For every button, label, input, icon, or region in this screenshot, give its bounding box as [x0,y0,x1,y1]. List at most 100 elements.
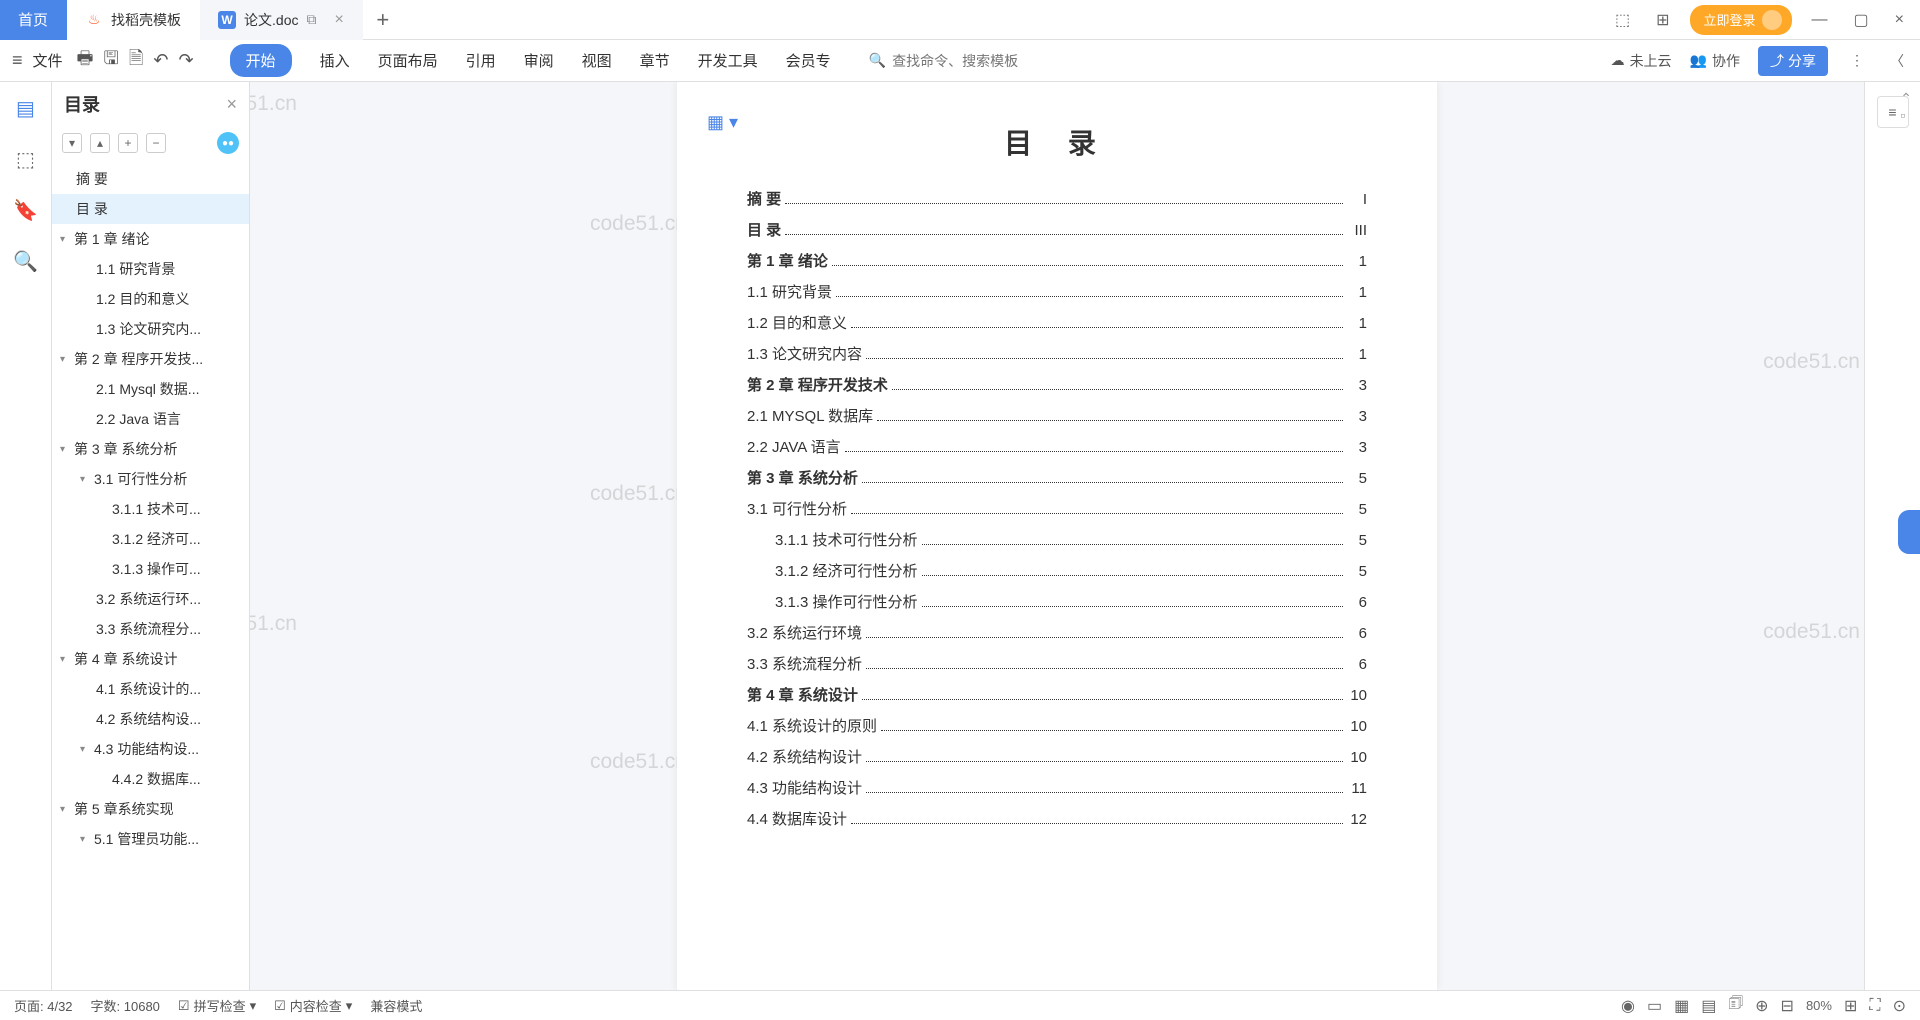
outline-item[interactable]: 1.1 研究背景 [52,254,249,284]
undo-icon[interactable]: ↶ [153,50,168,71]
outline-item[interactable]: ▾第 3 章 系统分析 [52,434,249,464]
side-handle[interactable] [1898,510,1920,554]
outline-item[interactable]: 4.1 系统设计的... [52,674,249,704]
remove-icon[interactable]: − [146,133,166,153]
word-count[interactable]: 字数: 10680 [91,996,160,1015]
preview-icon[interactable]: 🗎 [129,46,143,76]
view-outline-icon[interactable]: 🗊 [1728,992,1743,1019]
view-web-icon[interactable]: ▤ [1701,996,1716,1016]
toc-entry[interactable]: 2.2 JAVA 语言3 [747,436,1367,457]
ribbon-页面布局[interactable]: 页面布局 [378,50,438,71]
content-check[interactable]: ☑ 内容检查 ▾ [274,996,352,1015]
zoom-level[interactable]: 80% [1806,998,1832,1013]
coop-button[interactable]: 👥 协作 [1690,51,1740,71]
toc-entry[interactable]: 3.3 系统流程分析6 [747,653,1367,674]
outline-icon[interactable]: ▤ [16,96,35,121]
ribbon-视图[interactable]: 视图 [582,50,612,71]
ribbon-审阅[interactable]: 审阅 [524,50,554,71]
outline-item[interactable]: 3.3 系统流程分... [52,614,249,644]
toc-entry[interactable]: 3.1.1 技术可行性分析5 [747,529,1367,550]
chat-icon[interactable]: ●● [217,132,239,154]
tab-document[interactable]: W论文.doc⧉× [200,0,363,40]
outline-item[interactable]: 3.2 系统运行环... [52,584,249,614]
view-eye-icon[interactable]: ◉ [1621,996,1635,1016]
window-mode-icon[interactable]: ⧉ [306,11,316,28]
zoom-out-icon[interactable]: ⊟ [1781,996,1794,1016]
toc-entry[interactable]: 第 4 章 系统设计10 [747,684,1367,705]
file-menu[interactable]: 文件 [33,50,63,71]
outline-item[interactable]: ▾3.1 可行性分析 [52,464,249,494]
ribbon-插入[interactable]: 插入 [320,50,350,71]
outline-item[interactable]: 3.1.1 技术可... [52,494,249,524]
page-marker-icon[interactable]: ▦ ▾ [707,112,738,133]
grid-icon[interactable]: ⊞ [1650,10,1675,30]
toc-entry[interactable]: 摘 要I [747,188,1367,209]
cloud-status[interactable]: ☁ 未上云 [1611,51,1672,71]
expand-all-icon[interactable]: ▴ [90,133,110,153]
toc-entry[interactable]: 第 2 章 程序开发技术3 [747,374,1367,395]
fullscreen-icon[interactable]: ⛶ [1869,997,1880,1015]
bookmark-icon[interactable]: 🔖 [13,198,38,223]
more-icon[interactable]: ⋮ [1846,52,1868,69]
outline-item[interactable]: ▾第 1 章 绪论 [52,224,249,254]
toc-entry[interactable]: 4.2 系统结构设计10 [747,746,1367,767]
layout-icon[interactable]: ⬚ [1609,10,1636,30]
document-canvas[interactable]: code51.cn code51.cn code51.cn code51.cn … [250,82,1864,990]
outline-item[interactable]: 1.3 论文研究内... [52,314,249,344]
toc-entry[interactable]: 3.1.2 经济可行性分析5 [747,560,1367,581]
toc-entry[interactable]: 3.2 系统运行环境6 [747,622,1367,643]
tab-home[interactable]: 首页 [0,0,67,40]
ribbon-开发工具[interactable]: 开发工具 [698,50,758,71]
outline-item[interactable]: ▾第 4 章 系统设计 [52,644,249,674]
toc-entry[interactable]: 第 3 章 系统分析5 [747,467,1367,488]
search-box[interactable]: 🔍 [869,52,1052,69]
outline-item[interactable]: ▾4.3 功能结构设... [52,734,249,764]
settings-icon[interactable]: ⊙ [1893,996,1906,1016]
outline-item[interactable]: 3.1.2 经济可... [52,524,249,554]
toc-entry[interactable]: 2.1 MYSQL 数据库3 [747,405,1367,426]
outline-item[interactable]: 3.1.3 操作可... [52,554,249,584]
outline-item[interactable]: ▾第 2 章 程序开发技... [52,344,249,374]
close-icon[interactable]: × [334,11,343,29]
spell-check[interactable]: ☑ 拼写检查 ▾ [178,996,256,1015]
collapse-all-icon[interactable]: ▾ [62,133,82,153]
login-button[interactable]: 立即登录 [1690,5,1792,35]
share-button[interactable]: ⤴ 分享 [1758,46,1828,76]
page-indicator[interactable]: 页面: 4/32 [14,996,73,1015]
outline-item[interactable]: 目 录 [52,194,249,224]
close-window-button[interactable]: × [1889,11,1910,29]
find-icon[interactable]: 🔍 [13,249,38,274]
collapse-ribbon-icon[interactable]: 〈 [1886,51,1908,71]
ribbon-开始[interactable]: 开始 [230,44,292,77]
ribbon-引用[interactable]: 引用 [466,50,496,71]
ribbon-章节[interactable]: 章节 [640,50,670,71]
page-scroll-up-icon[interactable]: ⌃▫ [1900,90,1912,123]
toc-entry[interactable]: 3.1 可行性分析5 [747,498,1367,519]
outline-item[interactable]: 2.2 Java 语言 [52,404,249,434]
ribbon-会员专[interactable]: 会员专 [786,50,831,71]
tab-template[interactable]: ♨找稻壳模板 [67,0,200,40]
outline-item[interactable]: 摘 要 [52,164,249,194]
toc-entry[interactable]: 1.2 目的和意义1 [747,312,1367,333]
new-tab-button[interactable]: + [363,7,403,33]
toc-entry[interactable]: 1.3 论文研究内容1 [747,343,1367,364]
toc-entry[interactable]: 3.1.3 操作可行性分析6 [747,591,1367,612]
zoom-in-icon[interactable]: ⊞ [1844,996,1857,1016]
toc-entry[interactable]: 4.1 系统设计的原则10 [747,715,1367,736]
toc-entry[interactable]: 目 录III [747,219,1367,240]
nav-icon[interactable]: ⬚ [16,147,35,172]
toc-entry[interactable]: 1.1 研究背景1 [747,281,1367,302]
toc-entry[interactable]: 第 1 章 绪论1 [747,250,1367,271]
outline-item[interactable]: ▾第 5 章系统实现 [52,794,249,824]
outline-list[interactable]: 摘 要目 录▾第 1 章 绪论1.1 研究背景1.2 目的和意义1.3 论文研究… [52,160,249,990]
view-page-icon[interactable]: ▭ [1647,996,1662,1016]
save-icon[interactable]: 🖶 [77,46,94,76]
view-print-icon[interactable]: ⊕ [1755,996,1768,1016]
view-read-icon[interactable]: ▦ [1674,996,1689,1016]
compat-mode[interactable]: 兼容模式 [370,996,422,1015]
menu-icon[interactable]: ≡ [12,50,23,71]
outline-item[interactable]: 4.2 系统结构设... [52,704,249,734]
toc-entry[interactable]: 4.3 功能结构设计11 [747,777,1367,798]
outline-item[interactable]: 1.2 目的和意义 [52,284,249,314]
search-input[interactable] [892,53,1052,69]
